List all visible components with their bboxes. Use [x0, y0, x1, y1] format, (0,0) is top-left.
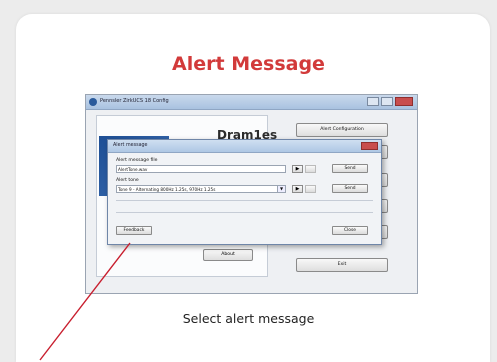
play-file-button[interactable]: ▶: [292, 165, 303, 173]
close-icon[interactable]: [395, 97, 413, 106]
dialog-divider-2: [116, 212, 373, 213]
slide-title: Alert Message: [172, 53, 325, 75]
exit-button[interactable]: Exit: [296, 258, 388, 272]
dialog-title: Alert message: [113, 143, 148, 148]
dialog-divider: [116, 200, 373, 201]
app-icon: [89, 98, 97, 106]
slide-caption: Select alert message: [182, 311, 315, 326]
maximize-icon[interactable]: [381, 97, 393, 106]
alert-file-input[interactable]: AlertTone.wav: [116, 165, 286, 173]
feedback-button[interactable]: Feedback: [116, 226, 152, 235]
send-file-button[interactable]: Send: [332, 164, 368, 173]
config-window-title: Pennsler ZirkUCS 18 Config: [100, 98, 169, 104]
stop-file-button[interactable]: [305, 165, 316, 173]
alert-configuration-button[interactable]: Alert Configuration: [296, 123, 388, 137]
minimize-icon[interactable]: [367, 97, 379, 106]
dialog-close-button[interactable]: Close: [332, 226, 368, 235]
alert-tone-value: Tone 9 - Alternating 800Hz 1.25s, 970Hz …: [118, 187, 216, 192]
chevron-down-icon[interactable]: ▼: [277, 186, 285, 192]
alert-tone-label: Alert tone: [116, 178, 139, 183]
dialog-titlebar: Alert message: [108, 140, 381, 153]
send-tone-button[interactable]: Send: [332, 184, 368, 193]
app-screenshot: Pennsler ZirkUCS 18 Config Dram1es About…: [85, 94, 418, 294]
alert-tone-select[interactable]: Tone 9 - Alternating 800Hz 1.25s, 970Hz …: [116, 185, 286, 193]
stop-tone-button[interactable]: [305, 185, 316, 193]
dialog-close-icon[interactable]: [361, 142, 378, 150]
config-window-titlebar: Pennsler ZirkUCS 18 Config: [86, 95, 417, 110]
about-button[interactable]: About: [203, 249, 253, 261]
alert-message-dialog: Alert message Alert message file AlertTo…: [107, 139, 382, 245]
play-tone-button[interactable]: ▶: [292, 185, 303, 193]
alert-file-label: Alert message file: [116, 158, 158, 163]
